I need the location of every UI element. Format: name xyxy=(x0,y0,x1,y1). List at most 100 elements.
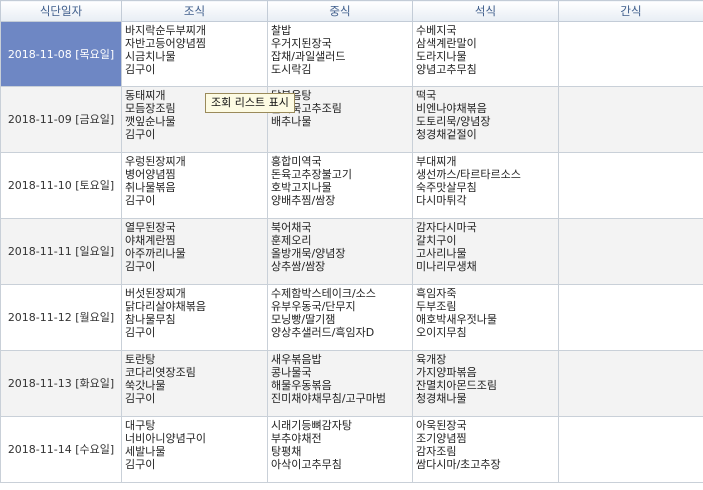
menu-item: 도시락김 xyxy=(271,63,312,76)
date-cell[interactable]: 2018-11-08 [목요일] xyxy=(0,21,122,87)
table-row[interactable]: 2018-11-12 [월요일] 버섯된장찌개 닭다리살야채볶음 참나물무침 김구이 수제… xyxy=(0,284,703,351)
menu-item: 탕평채 xyxy=(271,445,302,458)
breakfast-cell[interactable]: 토란탕 코다리엿장조림 쑥갓나물 김구이 xyxy=(121,350,268,417)
date-cell[interactable]: 2018-11-10 [토요일] xyxy=(0,152,122,219)
menu-item: 흑임자죽 xyxy=(416,287,457,300)
lunch-cell[interactable]: 북어채국 훈제오리 올방개묵/양념장 상추쌈/쌈장 xyxy=(267,218,413,285)
menu-item: 세발나물 xyxy=(125,445,166,458)
table-row[interactable]: 2018-11-10 [토요일] 우렁된장찌개 병어양념찜 취나물볶음 김구이 홍합미역국… xyxy=(0,152,703,219)
menu-item: 아삭이고추무침 xyxy=(271,458,342,471)
menu-item: 닭다리살야채볶음 xyxy=(125,300,206,313)
menu-item: 수베지국 xyxy=(416,24,457,37)
menu-item: 호박고지나물 xyxy=(271,181,332,194)
snack-cell[interactable] xyxy=(558,152,703,219)
header-dinner[interactable]: 석식 xyxy=(412,0,559,22)
lunch-cell[interactable]: 새우볶음밥 콩나물국 해물우동볶음 진미채야채무침/고구마범 xyxy=(267,350,413,417)
menu-item: 모닝빵/딸기잼 xyxy=(271,313,336,326)
snack-cell[interactable] xyxy=(558,350,703,417)
table-row[interactable]: 2018-11-08 [목요일] 바지락순두부찌개 자반고등어양념찜 시금치나물 김구이… xyxy=(0,21,703,87)
snack-cell[interactable] xyxy=(558,284,703,351)
header-breakfast[interactable]: 조식 xyxy=(121,0,268,22)
table-row[interactable]: 2018-11-14 [수요일] 대구탕 너비아니양념구이 세발나물 김구이 시래기등뼈감… xyxy=(0,416,703,483)
menu-item: 토란탕 xyxy=(125,353,156,366)
menu-item: 유부우동국/단무지 xyxy=(271,300,356,313)
menu-item: 우렁된장찌개 xyxy=(125,155,186,168)
dinner-cell[interactable]: 흑임자죽 두부조림 애호박새우젓나물 오이지무침 xyxy=(412,284,559,351)
menu-item: 돈육고추장불고기 xyxy=(271,168,352,181)
menu-item: 청경채겉절이 xyxy=(416,128,477,141)
breakfast-cell[interactable]: 바지락순두부찌개 자반고등어양념찜 시금치나물 김구이 xyxy=(121,21,268,87)
menu-item: 홍합미역국 xyxy=(271,155,322,168)
lunch-cell[interactable]: 홍합미역국 돈육고추장불고기 호박고지나물 양배추찜/쌈장 xyxy=(267,152,413,219)
menu-item: 김구이 xyxy=(125,326,156,339)
date-cell[interactable]: 2018-11-12 [월요일] xyxy=(0,284,122,351)
dinner-cell[interactable]: 수베지국 삼색계란말이 도라지나물 양념고추무침 xyxy=(412,21,559,87)
menu-item: 너비아니양념구이 xyxy=(125,432,206,445)
menu-item: 비엔나야채볶음 xyxy=(416,102,487,115)
menu-item: 미나리무생채 xyxy=(416,260,477,273)
menu-item: 조기양념찜 xyxy=(416,432,467,445)
menu-item: 떡국 xyxy=(416,89,437,102)
tooltip: 조회 리스트 표시 xyxy=(205,93,295,113)
menu-item: 오이지무침 xyxy=(416,326,467,339)
dinner-cell[interactable]: 부대찌개 생선까스/타르타르소스 숙주맛살무침 다시마튀각 xyxy=(412,152,559,219)
dinner-cell[interactable]: 떡국 비엔나야채볶음 도토리묵/양념장 청경채겉절이 xyxy=(412,86,559,153)
header-snack[interactable]: 간식 xyxy=(558,0,703,22)
date-cell[interactable]: 2018-11-14 [수요일] xyxy=(0,416,122,483)
menu-item: 육개장 xyxy=(416,353,447,366)
snack-cell[interactable] xyxy=(558,416,703,483)
menu-item: 양상추샐러드/흑임자D xyxy=(271,326,375,339)
menu-item: 감자조림 xyxy=(416,445,457,458)
dinner-cell[interactable]: 아욱된장국 조기양념찜 감자조림 쌈다시마/초고추장 xyxy=(412,416,559,483)
lunch-cell[interactable]: 찰밥 우거지된장국 잡채/과일샐러드 도시락김 xyxy=(267,21,413,87)
lunch-cell[interactable]: 시래기등뼈감자탕 부추야채전 탕평채 아삭이고추무침 xyxy=(267,416,413,483)
breakfast-cell[interactable]: 열무된장국 야채계란찜 아주까리나물 김구이 xyxy=(121,218,268,285)
menu-item: 아주까리나물 xyxy=(125,247,186,260)
menu-item: 아욱된장국 xyxy=(416,419,467,432)
table-row[interactable]: 2018-11-09 [금요일]동태찌개모듬장조림깻잎순나물김구이닭볶음탕볼어묵… xyxy=(0,86,703,153)
date-cell[interactable]: 2018-11-09 [금요일] xyxy=(0,86,122,153)
snack-cell[interactable] xyxy=(558,86,703,153)
menu-item: 도라지나물 xyxy=(416,50,467,63)
dinner-cell[interactable]: 육개장 가지양파볶음 잔멸치아몬드조림 청경채나물 xyxy=(412,350,559,417)
menu-item: 대구탕 xyxy=(125,419,156,432)
menu-item: 시래기등뼈감자탕 xyxy=(271,419,352,432)
menu-item: 쌈다시마/초고추장 xyxy=(416,458,501,471)
menu-item: 생선까스/타르타르소스 xyxy=(416,168,521,181)
menu-item: 부추야채전 xyxy=(271,432,322,445)
menu-item: 취나물볶음 xyxy=(125,181,176,194)
menu-item: 감자다시마국 xyxy=(416,221,477,234)
lunch-cell[interactable]: 수제함박스테이크/소스 유부우동국/단무지 모닝빵/딸기잼 양상추샐러드/흑임자D xyxy=(267,284,413,351)
dinner-cell[interactable]: 감자다시마국 갈치구이 고사리나물 미나리무생채 xyxy=(412,218,559,285)
menu-item: 새우볶음밥 xyxy=(271,353,322,366)
menu-item: 숙주맛살무침 xyxy=(416,181,477,194)
menu-item: 배추나물 xyxy=(271,115,312,128)
menu-item: 김구이 xyxy=(125,194,156,207)
menu-item: 참나물무침 xyxy=(125,313,176,326)
menu-item: 바지락순두부찌개 xyxy=(125,24,206,37)
menu-item: 고사리나물 xyxy=(416,247,467,260)
menu-item: 찰밥 xyxy=(271,24,292,37)
breakfast-cell[interactable]: 버섯된장찌개 닭다리살야채볶음 참나물무침 김구이 xyxy=(121,284,268,351)
menu-item: 부대찌개 xyxy=(416,155,457,168)
menu-item: 깻잎순나물 xyxy=(125,115,176,128)
snack-cell[interactable] xyxy=(558,21,703,87)
menu-item: 애호박새우젓나물 xyxy=(416,313,497,326)
menu-item: 열무된장국 xyxy=(125,221,176,234)
menu-item: 코다리엿장조림 xyxy=(125,366,196,379)
breakfast-cell[interactable]: 우렁된장찌개 병어양념찜 취나물볶음 김구이 xyxy=(121,152,268,219)
table-row[interactable]: 2018-11-13 [화요일] 토란탕 코다리엿장조림 쑥갓나물 김구이 새우볶음밥 콩나… xyxy=(0,350,703,417)
menu-item: 양념고추무침 xyxy=(416,63,477,76)
date-cell[interactable]: 2018-11-13 [화요일] xyxy=(0,350,122,417)
menu-item: 가지양파볶음 xyxy=(416,366,477,379)
breakfast-cell[interactable]: 대구탕 너비아니양념구이 세발나물 김구이 xyxy=(121,416,268,483)
menu-item: 쑥갓나물 xyxy=(125,379,166,392)
snack-cell[interactable] xyxy=(558,218,703,285)
menu-item: 양배추찜/쌈장 xyxy=(271,194,336,207)
menu-item: 청경채나물 xyxy=(416,392,467,405)
table-row[interactable]: 2018-11-11 [일요일] 열무된장국 야채계란찜 아주까리나물 김구이 북어채국 훈… xyxy=(0,218,703,285)
header-date[interactable]: 식단일자 xyxy=(0,0,122,22)
date-cell[interactable]: 2018-11-11 [일요일] xyxy=(0,218,122,285)
menu-item: 북어채국 xyxy=(271,221,312,234)
header-lunch[interactable]: 중식 xyxy=(267,0,413,22)
